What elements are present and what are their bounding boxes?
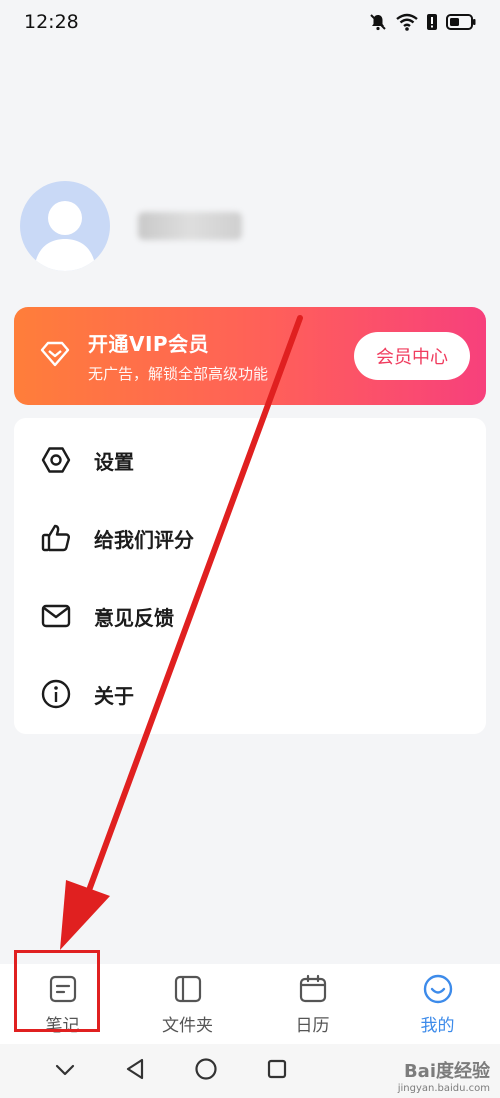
menu-item-settings[interactable]: 设置	[14, 421, 486, 499]
sim-alert-icon	[426, 13, 438, 31]
mail-icon	[40, 600, 72, 632]
status-time: 12:28	[24, 11, 79, 33]
diamond-icon	[40, 340, 70, 372]
smile-icon	[422, 973, 454, 1005]
tab-label: 笔记	[45, 1015, 80, 1036]
thumbs-up-icon	[40, 522, 72, 554]
menu-item-rate-us[interactable]: 给我们评分	[14, 499, 486, 577]
watermark-url: jingyan.baidu.com	[397, 1083, 490, 1094]
tab-label: 文件夹	[162, 1015, 213, 1036]
menu-item-label: 设置	[94, 449, 134, 474]
profile-header[interactable]	[20, 180, 480, 272]
battery-icon	[446, 14, 476, 30]
username-blurred	[138, 212, 242, 240]
nav-home-icon[interactable]	[194, 1057, 218, 1085]
tab-calendar[interactable]: 日历	[250, 964, 375, 1044]
tab-folders[interactable]: 文件夹	[125, 964, 250, 1044]
vip-texts: 开通VIP会员 无广告，解锁全部高级功能	[88, 328, 354, 384]
member-center-button[interactable]: 会员中心	[354, 332, 470, 380]
menu-item-label: 给我们评分	[94, 527, 194, 552]
wifi-icon	[396, 13, 418, 31]
calendar-icon	[297, 973, 329, 1005]
nav-back-icon[interactable]	[124, 1057, 146, 1085]
watermark-brand: Bai度经验	[403, 1061, 490, 1082]
menu-item-feedback[interactable]: 意见反馈	[14, 577, 486, 655]
nav-collapse-icon[interactable]	[54, 1062, 76, 1081]
tab-mine[interactable]: 我的	[375, 964, 500, 1044]
vip-title: 开通VIP会员	[88, 332, 210, 356]
settings-menu: 设置 给我们评分 意见反馈 关于	[14, 418, 486, 734]
folder-icon	[172, 973, 204, 1005]
menu-item-label: 关于	[94, 683, 134, 708]
default-avatar-icon	[34, 201, 96, 271]
status-icons	[368, 12, 476, 32]
vip-subtitle: 无广告，解锁全部高级功能	[88, 365, 269, 383]
nav-recents-icon[interactable]	[266, 1058, 288, 1084]
menu-item-label: 意见反馈	[94, 605, 174, 630]
note-icon	[47, 973, 79, 1005]
mute-bell-icon	[368, 12, 388, 32]
bottom-tab-bar: 笔记 文件夹 日历 我的	[0, 964, 500, 1044]
vip-banner[interactable]: 开通VIP会员 无广告，解锁全部高级功能 会员中心	[14, 307, 486, 405]
status-bar: 12:28	[0, 0, 500, 44]
info-icon	[40, 678, 72, 710]
tab-notes[interactable]: 笔记	[0, 964, 125, 1044]
tab-label: 日历	[295, 1015, 330, 1036]
menu-item-about[interactable]: 关于	[14, 655, 486, 733]
tab-label: 我的	[420, 1015, 455, 1036]
avatar[interactable]	[20, 181, 110, 271]
baidu-jingyan-watermark: Bai度经验 jingyan.baidu.com	[398, 1057, 490, 1094]
settings-hexagon-icon	[40, 444, 72, 476]
